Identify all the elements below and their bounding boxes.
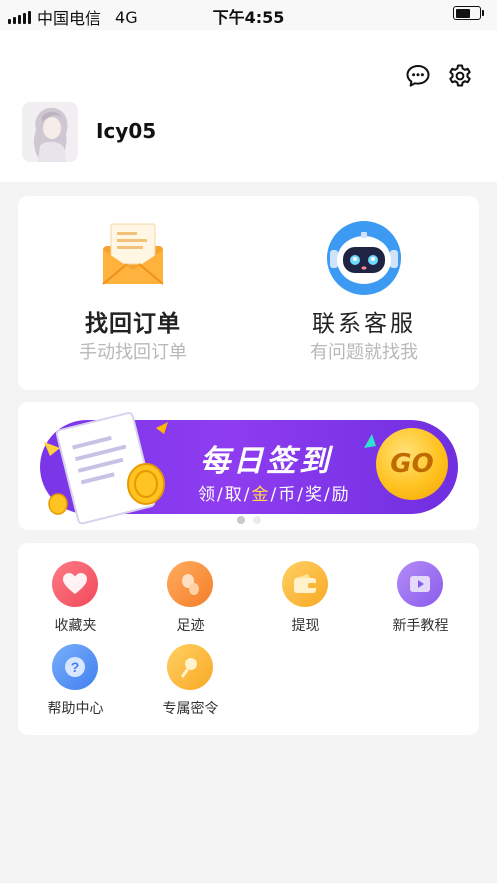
banner-sub-2: 金 (251, 485, 271, 505)
chat-bubble-icon[interactable] (404, 62, 432, 90)
menu-label-favorites: 收藏夹 (54, 618, 97, 634)
banner-sub-sep-3: / (297, 485, 305, 505)
username[interactable]: Icy05 (96, 119, 156, 143)
banner-pagination (18, 516, 479, 524)
menu-grid-card: 收藏夹 足迹 提现 新手教程 ? 帮助中心 专属密令 (18, 543, 479, 735)
banner-sub-sep-4: / (323, 485, 332, 505)
banner-title: 每日签到 (200, 444, 332, 479)
find-order-title: 找回订单 (85, 311, 181, 337)
status-time: 下午4:55 (212, 8, 285, 27)
envelope-icon (102, 223, 164, 285)
robot-icon (327, 221, 401, 295)
question-icon: ? (52, 644, 98, 690)
heart-icon (52, 561, 98, 607)
menu-item-footprint[interactable]: 足迹 (133, 561, 248, 641)
pagination-dot[interactable] (252, 516, 261, 524)
footprint-icon (167, 561, 213, 607)
daily-checkin-banner[interactable]: 每日签到 领/取/金/币/奖/励 GO (40, 412, 458, 525)
document-coin-icon (44, 412, 168, 525)
find-order-subtitle: 手动找回订单 (79, 342, 187, 363)
avatar[interactable] (22, 102, 78, 162)
pagination-dot-active[interactable] (236, 516, 245, 524)
banner-sub-3: 币 (278, 485, 298, 505)
key-icon (167, 644, 213, 690)
banner-sub-0: 领 (198, 485, 217, 505)
contact-service-subtitle: 有问题就找我 (310, 342, 418, 363)
find-order-button[interactable]: 找回订单 手动找回订单 (18, 196, 248, 390)
banner-card: 每日签到 领/取/金/币/奖/励 GO (18, 402, 479, 530)
menu-label-tutorial: 新手教程 (392, 618, 449, 634)
banner-sub-5: 励 (331, 485, 351, 505)
menu-item-favorites[interactable]: 收藏夹 (18, 561, 133, 641)
contact-service-button[interactable]: 联系客服 有问题就找我 (249, 196, 479, 390)
menu-label-withdraw: 提现 (291, 618, 320, 634)
menu-label-help: 帮助中心 (47, 701, 104, 717)
banner-sub-1: 取 (224, 485, 244, 505)
svg-text:?: ? (71, 659, 80, 675)
go-button[interactable]: GO (376, 428, 448, 500)
menu-label-footprint: 足迹 (176, 618, 205, 634)
menu-item-help[interactable]: ? 帮助中心 (18, 644, 133, 724)
wallet-icon (282, 561, 328, 607)
status-bar: 中国电信 4G 下午4:55 (0, 0, 497, 30)
banner-sub-sep-0: / (217, 485, 225, 505)
quick-actions-card: 找回订单 手动找回订单 联系客服 有问题就找我 (18, 196, 479, 390)
menu-item-withdraw[interactable]: 提现 (248, 561, 363, 641)
banner-subtitle: 领/取/金/币/奖/励 (198, 480, 351, 505)
menu-label-passcode: 专属密令 (162, 701, 219, 717)
gear-icon[interactable] (446, 62, 474, 90)
banner-sub-4: 奖 (304, 485, 324, 505)
battery-fill (455, 8, 470, 18)
battery-icon (453, 6, 484, 20)
menu-item-tutorial[interactable]: 新手教程 (363, 561, 478, 641)
video-play-icon (397, 561, 443, 607)
profile-header: Icy05 (0, 30, 497, 182)
contact-service-title: 联系客服 (312, 311, 416, 337)
menu-item-passcode[interactable]: 专属密令 (133, 644, 248, 724)
